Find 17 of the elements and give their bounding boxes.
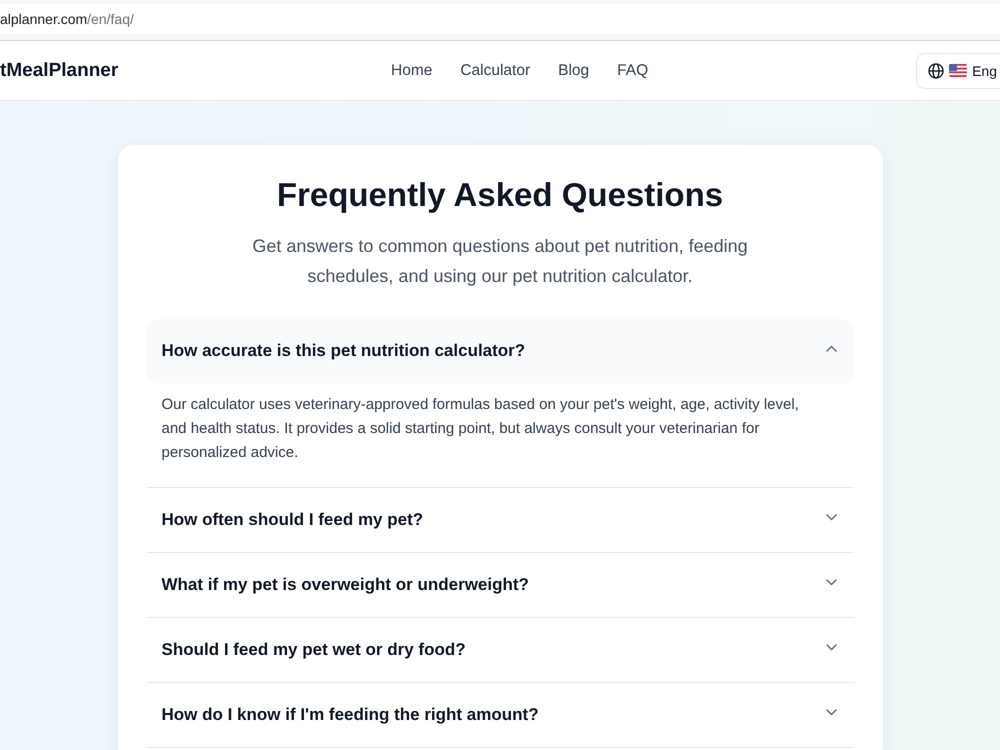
site-logo[interactable]: tMealPlanner <box>0 60 118 82</box>
language-button[interactable]: Eng <box>916 52 1000 88</box>
nav-link[interactable]: Calculator <box>460 62 530 80</box>
page-subtitle: Get answers to common questions about pet nutrition, feeding schedules, and using our pet nutrition calculator. <box>251 235 749 288</box>
nav-link[interactable]: Home <box>391 62 432 80</box>
faq-question[interactable]: How accurate is this pet nutrition calculator? <box>146 319 854 383</box>
globe-icon <box>928 62 944 78</box>
address-bar[interactable]: alplanner.com/en/faq/ <box>0 4 1000 34</box>
nav-link[interactable]: FAQ <box>617 62 648 80</box>
faq-question[interactable]: How often should I feed my pet? <box>146 488 854 552</box>
flag-icon <box>949 64 968 77</box>
nav-link[interactable]: Blog <box>558 62 590 80</box>
faq-question[interactable]: Should I feed my pet wet or dry food? <box>146 618 854 682</box>
page-title: Frequently Asked Questions <box>276 175 724 215</box>
faq-question[interactable]: What if my pet is overweight or underweight? <box>146 553 854 617</box>
faq-question[interactable]: How do I know if I'm feeding the right amount? <box>146 683 854 747</box>
faq-answer: Our calculator uses veterinary-approved formulas based on your pet's weight, age, activity level, and health status. It provides a solid starting point, but always consult your veterinarian for personalized advice. <box>160 395 800 463</box>
